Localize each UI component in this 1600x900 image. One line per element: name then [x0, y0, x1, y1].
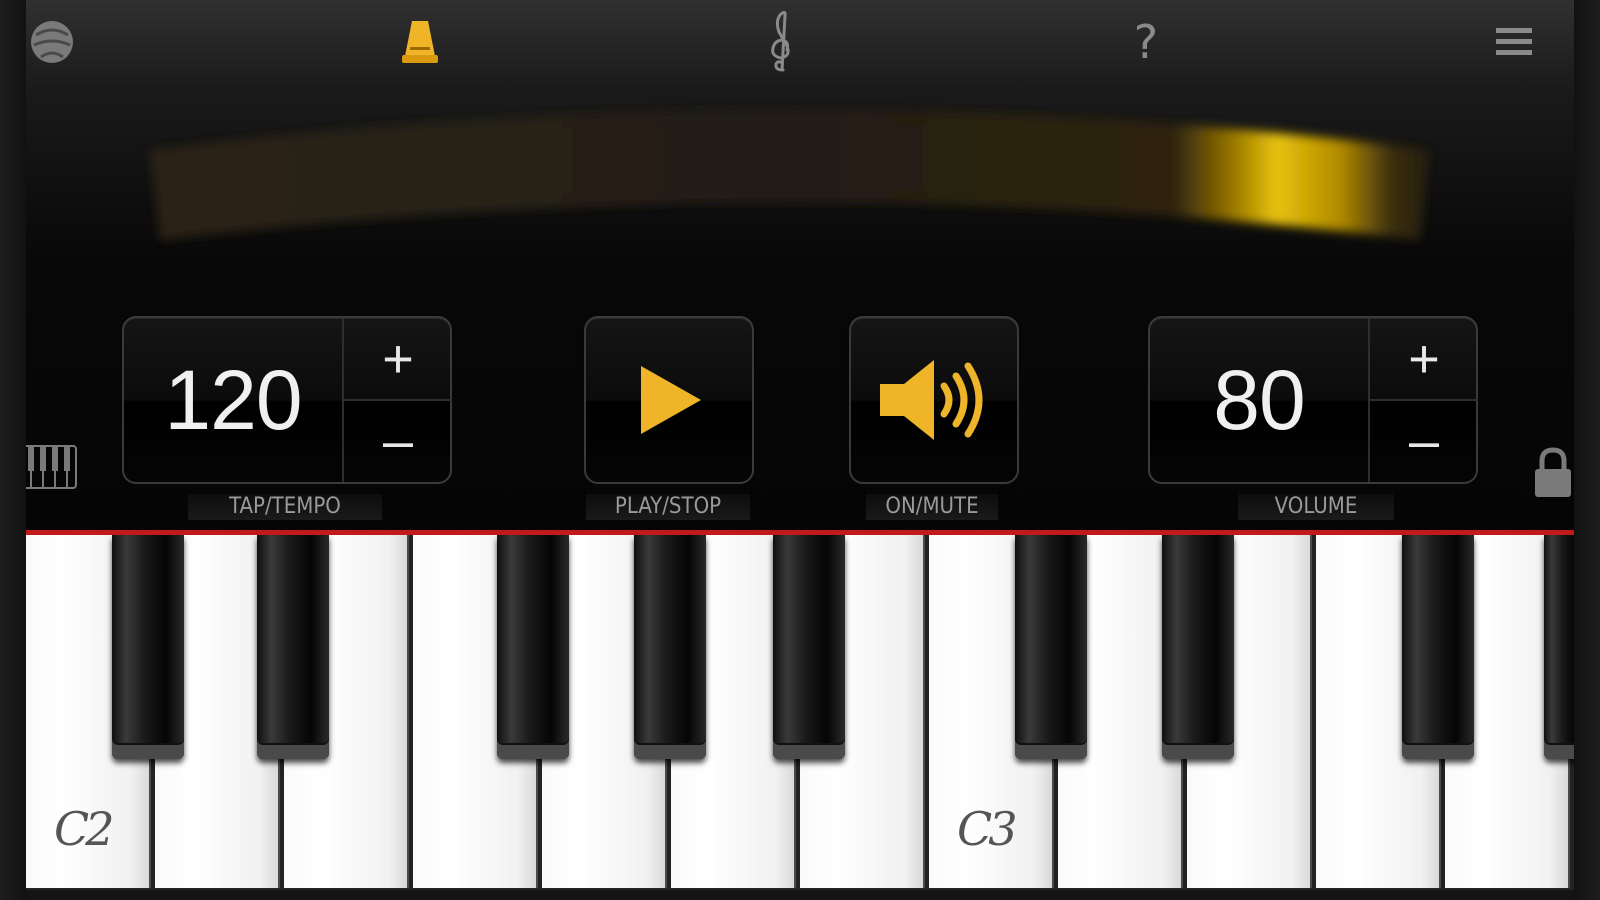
black-key-f-sharp-2[interactable] — [497, 535, 569, 759]
black-key-c-sharp-2[interactable] — [112, 535, 184, 759]
volume-plus-button[interactable]: + — [1370, 318, 1478, 401]
treble-clef-icon — [771, 10, 790, 72]
play-stop-button[interactable] — [584, 316, 754, 484]
on-mute-button[interactable] — [849, 316, 1019, 484]
black-key-a-sharp-2[interactable] — [773, 535, 845, 759]
tempo-plus-button[interactable]: + — [344, 318, 452, 401]
volume-stepper: 80 + – — [1148, 316, 1478, 484]
black-key-g-sharp-2[interactable] — [634, 535, 706, 759]
left-frame — [0, 0, 26, 900]
help-icon: ? — [1133, 15, 1159, 69]
help-button[interactable]: ? — [1118, 14, 1174, 70]
speaker-icon — [880, 360, 983, 440]
lock-icon — [1535, 447, 1571, 497]
tuner-tab[interactable] — [754, 10, 810, 72]
menu-button[interactable] — [1486, 14, 1542, 70]
black-key-f-sharp-3[interactable] — [1402, 535, 1474, 759]
tempo-minus-button[interactable]: – — [344, 400, 452, 481]
volume-minus-button[interactable]: – — [1370, 400, 1478, 481]
play-icon — [641, 366, 701, 434]
on-mute-label: ON/MUTE — [866, 494, 998, 520]
play-stop-label: PLAY/STOP — [586, 494, 750, 520]
black-key-d-sharp-2[interactable] — [257, 535, 329, 759]
note-label-c3: C3 — [957, 802, 1018, 856]
lock-button[interactable] — [1530, 446, 1576, 500]
volume-label: VOLUME — [1238, 494, 1394, 520]
ball-icon — [31, 21, 73, 63]
metronome-icon — [402, 21, 438, 63]
right-frame — [1574, 0, 1600, 900]
black-key-g-sharp-3[interactable] — [1544, 535, 1574, 759]
keyboard-icon — [19, 445, 77, 489]
note-label-c2: C2 — [54, 802, 115, 856]
black-key-c-sharp-3[interactable] — [1015, 535, 1087, 759]
tempo-value[interactable]: 120 — [124, 318, 342, 482]
tempo-label: TAP/TEMPO — [188, 494, 382, 520]
ball-button[interactable] — [24, 14, 80, 70]
metronome-tab[interactable] — [392, 14, 448, 70]
top-bar: ? — [0, 0, 1600, 86]
beat-indicator-arc — [140, 90, 1460, 260]
piano-keyboard: C2 C3 — [26, 535, 1574, 890]
metronome-app: ? 120 + – TAP/TEMPO PLAY/STOP ON/MUTE 80… — [0, 0, 1600, 900]
menu-icon — [1496, 28, 1532, 55]
keyboard-toggle-button[interactable] — [18, 444, 78, 490]
black-key-d-sharp-3[interactable] — [1162, 535, 1234, 759]
volume-value[interactable]: 80 — [1150, 318, 1368, 482]
tempo-stepper: 120 + – — [122, 316, 452, 484]
